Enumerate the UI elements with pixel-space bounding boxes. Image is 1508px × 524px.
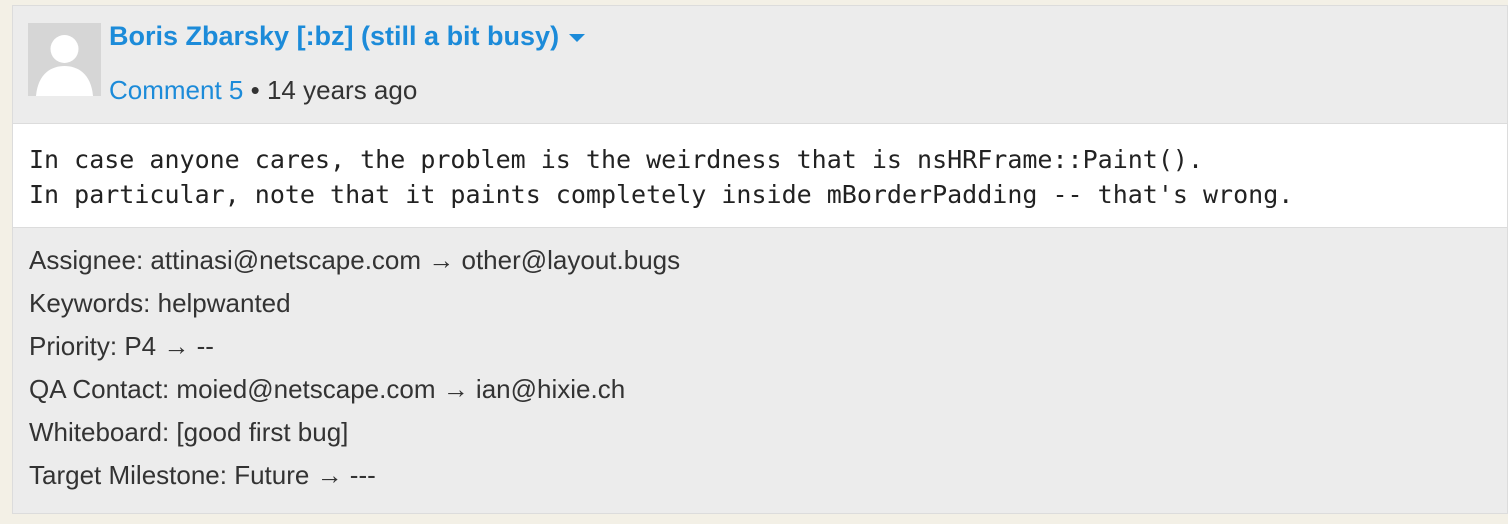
- change-qa-contact: QA Contact: moied@netscape.com → ian@hix…: [29, 374, 626, 404]
- meta-separator: •: [250, 75, 260, 105]
- comment-text-line: In particular, note that it paints compl…: [29, 180, 1294, 209]
- comment-header: Boris Zbarsky [:bz] (still a bit busy) C…: [13, 6, 1507, 123]
- comment-time: 14 years ago: [266, 75, 418, 105]
- change-target-milestone: Target Milestone: Future → ---: [29, 460, 376, 490]
- change-assignee: Assignee: attinasi@netscape.com → other@…: [29, 245, 681, 275]
- comment-card: Boris Zbarsky [:bz] (still a bit busy) C…: [12, 5, 1508, 514]
- change-whiteboard: Whiteboard: [good first bug]: [29, 417, 349, 447]
- author-name-link[interactable]: Boris Zbarsky [:bz] (still a bit busy): [109, 18, 559, 54]
- change-keywords: Keywords: helpwanted: [29, 288, 291, 318]
- comment-meta: Comment 5 • 14 years ago: [109, 72, 417, 108]
- activity-changes: Assignee: attinasi@netscape.com → other@…: [29, 239, 680, 497]
- comment-text-line: In case anyone cares, the problem is the…: [29, 145, 1203, 174]
- comment-body: In case anyone cares, the problem is the…: [13, 123, 1507, 228]
- caret-down-icon[interactable]: [569, 34, 585, 42]
- comment-number-link[interactable]: Comment 5: [109, 75, 243, 105]
- comment-text: In case anyone cares, the problem is the…: [29, 142, 1293, 212]
- change-priority: Priority: P4 → --: [29, 331, 214, 361]
- default-user-avatar-icon: [28, 23, 101, 96]
